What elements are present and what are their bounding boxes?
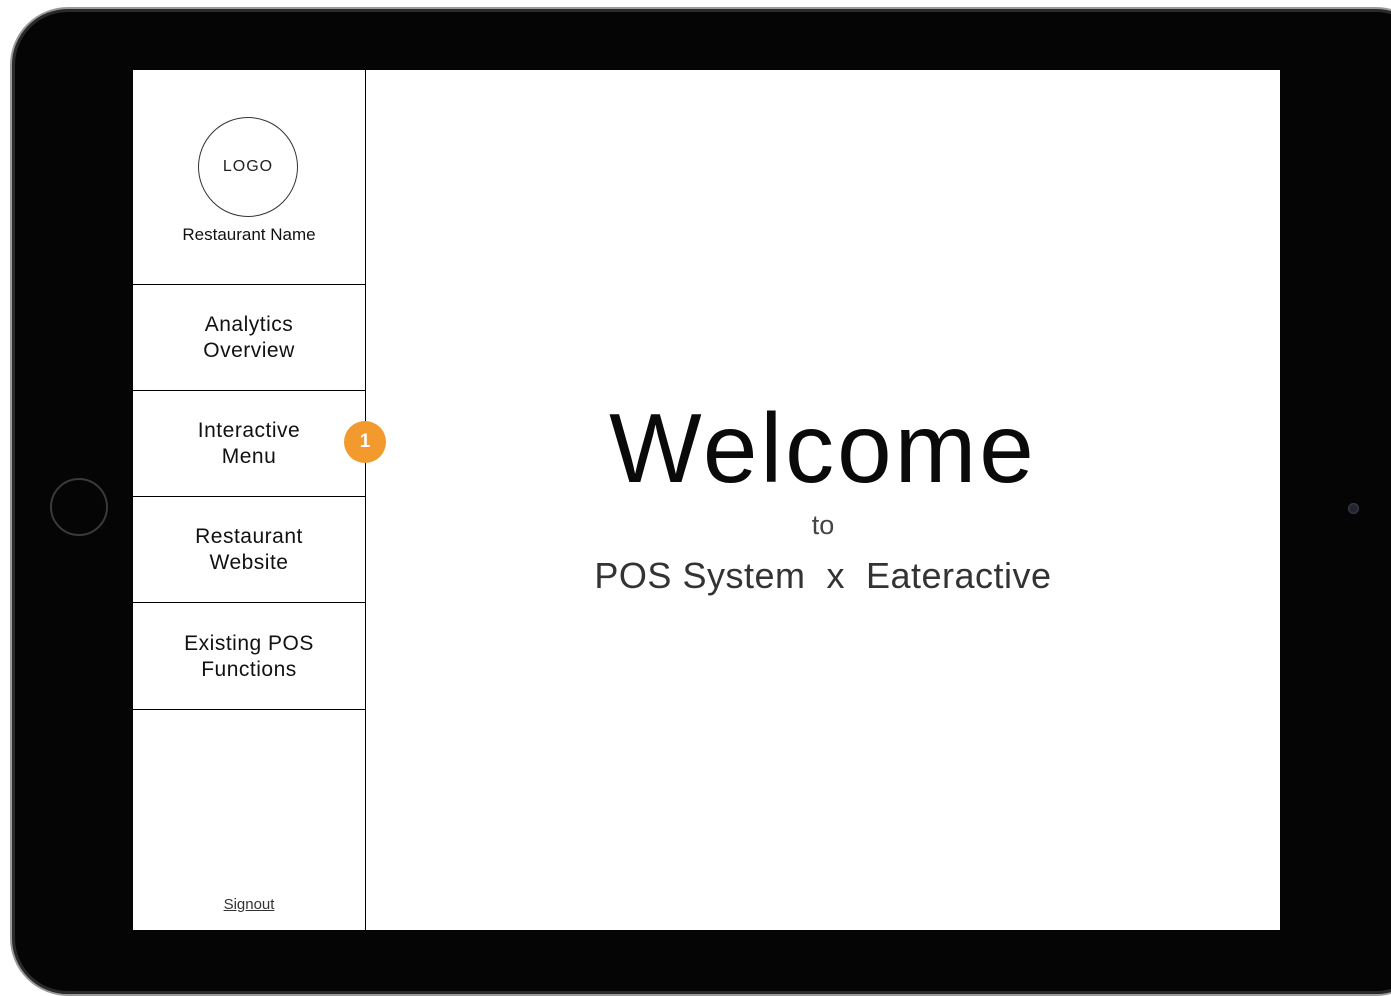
sidebar: LOGO Restaurant Name Analytics Overview … [133, 70, 366, 930]
brand-header: LOGO Restaurant Name [133, 70, 365, 285]
home-button[interactable] [50, 478, 108, 536]
sidebar-item-analytics-overview[interactable]: Analytics Overview [133, 285, 365, 391]
sidebar-item-restaurant-website[interactable]: Restaurant Website [133, 497, 365, 603]
logo: LOGO [198, 117, 298, 217]
sidebar-item-existing-pos-functions[interactable]: Existing POS Functions [133, 604, 365, 710]
sidebar-item-label: Analytics [204, 312, 294, 336]
signout-link[interactable]: Signout [133, 896, 365, 913]
sidebar-item-label: Functions [201, 657, 297, 681]
screen: LOGO Restaurant Name Analytics Overview … [133, 70, 1280, 930]
camera-icon [1348, 503, 1359, 514]
sidebar-item-label: Interactive [197, 418, 301, 442]
restaurant-name: Restaurant Name [182, 225, 316, 244]
logo-text: LOGO [222, 158, 274, 175]
sidebar-item-label: Overview [203, 338, 295, 362]
sidebar-item-label: Website [209, 550, 289, 574]
welcome-connector: to [811, 510, 835, 540]
sidebar-item-label: Existing POS [184, 631, 314, 655]
welcome-heading: Welcome [609, 393, 1037, 503]
sidebar-item-label: Restaurant [195, 524, 303, 548]
annotation-badge: 1 [344, 421, 386, 463]
sidebar-item-label: Menu [221, 444, 277, 468]
sidebar-item-interactive-menu[interactable]: Interactive Menu [133, 391, 365, 497]
system-title: POS System x Eateractive [594, 555, 1052, 596]
